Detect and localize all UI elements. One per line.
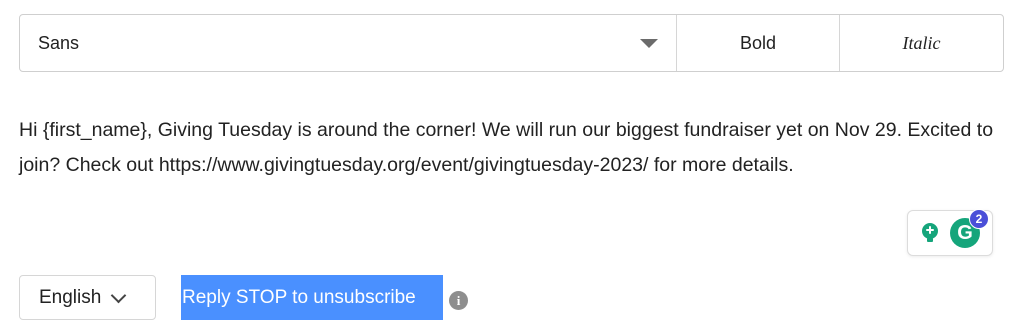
grammarly-logo-icon[interactable]: G 2 (950, 209, 989, 248)
format-toolbar: Sans Bold Italic (19, 14, 1004, 72)
font-family-select[interactable]: Sans (20, 15, 677, 71)
message-text[interactable]: Hi {first_name}, Giving Tuesday is aroun… (19, 113, 999, 183)
grammarly-widget[interactable]: G 2 (907, 209, 993, 256)
bold-button[interactable]: Bold (677, 15, 840, 71)
font-family-value: Sans (38, 32, 80, 53)
chevron-down-icon (111, 287, 127, 303)
caret-down-icon (640, 38, 658, 48)
language-value: English (39, 286, 102, 308)
language-select[interactable]: English (19, 275, 156, 320)
notification-badge: 2 (969, 209, 989, 229)
italic-button[interactable]: Italic (840, 15, 1003, 71)
info-icon[interactable]: i (449, 291, 468, 310)
lightbulb-icon[interactable] (918, 221, 942, 245)
unsubscribe-text[interactable]: Reply STOP to unsubscribe (181, 275, 443, 320)
